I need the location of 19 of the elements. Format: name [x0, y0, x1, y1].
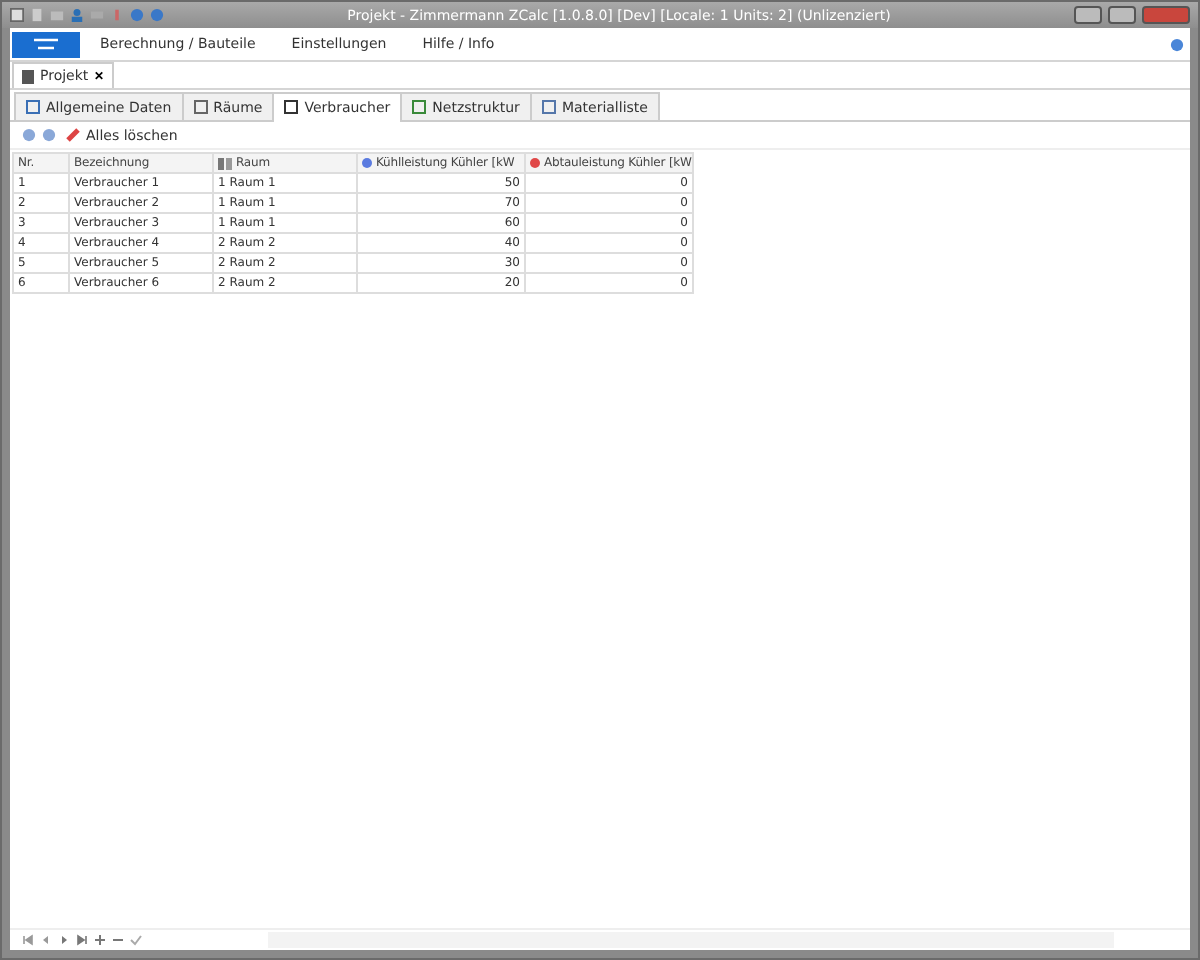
tab-icon — [541, 100, 556, 114]
person-icon[interactable] — [70, 8, 84, 22]
last-page-icon[interactable] — [76, 934, 88, 946]
first-page-icon[interactable] — [22, 934, 34, 946]
tab-icon — [26, 100, 40, 114]
maximize-button[interactable] — [1108, 6, 1136, 24]
next-icon[interactable] — [58, 934, 70, 946]
check-icon[interactable] — [130, 934, 142, 946]
tab-icon — [193, 100, 208, 114]
eraser-icon — [66, 128, 80, 142]
minimize-button[interactable] — [1074, 6, 1102, 24]
room-icon — [218, 157, 232, 169]
document-icon — [22, 69, 34, 83]
tab-icon — [284, 100, 299, 114]
previous-icon[interactable] — [40, 934, 52, 946]
app-icon — [10, 8, 24, 22]
app-logo[interactable] — [12, 31, 80, 57]
tab-icon — [412, 100, 427, 114]
horizontal-scrollbar[interactable] — [268, 932, 1114, 948]
